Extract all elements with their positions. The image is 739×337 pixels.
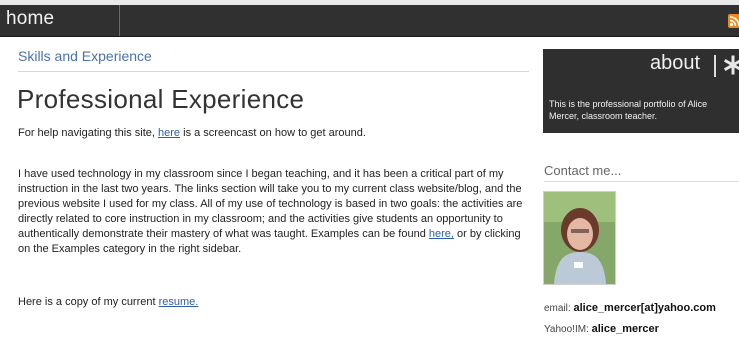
breadcrumb-divider: [18, 71, 529, 72]
rss-feed-icon[interactable]: [728, 14, 739, 28]
top-navigation-bar: home: [0, 0, 739, 37]
nav-home-link[interactable]: home: [6, 8, 54, 30]
im-label: Yahoo!IM:: [544, 324, 589, 335]
contact-im: Yahoo!IM: alice_mercer: [544, 323, 659, 335]
help-paragraph: For help navigating this site, here is a…: [18, 126, 538, 141]
email-value: alice_mercer[at]yahoo.com: [573, 302, 716, 314]
screencast-link[interactable]: here: [158, 127, 180, 139]
breadcrumb-link[interactable]: Skills and Experience: [18, 48, 152, 64]
about-description: This is the professional portfolio of Al…: [549, 99, 708, 121]
resume-text-before: Here is a copy of my current: [18, 296, 159, 308]
help-text-before: For help navigating this site,: [18, 127, 159, 139]
contact-email: email: alice_mercer[at]yahoo.com: [544, 302, 716, 314]
nav-separator: [119, 5, 120, 36]
about-title: about: [650, 52, 701, 74]
resume-link[interactable]: resume.: [159, 296, 199, 308]
examples-link[interactable]: here,: [429, 228, 454, 240]
help-text-after: is a screencast on how to get around.: [180, 127, 366, 139]
page-title: Professional Experience: [17, 84, 305, 114]
contact-divider: [544, 181, 739, 182]
resume-paragraph: Here is a copy of my current resume.: [18, 295, 533, 310]
avatar: [543, 191, 616, 285]
star-icon: [724, 55, 739, 75]
experience-paragraph: I have used technology in my classroom s…: [18, 167, 533, 257]
im-value: alice_mercer: [591, 323, 659, 335]
about-separator: [714, 55, 716, 77]
contact-heading: Contact me...: [544, 163, 622, 178]
email-label: email:: [544, 303, 571, 314]
